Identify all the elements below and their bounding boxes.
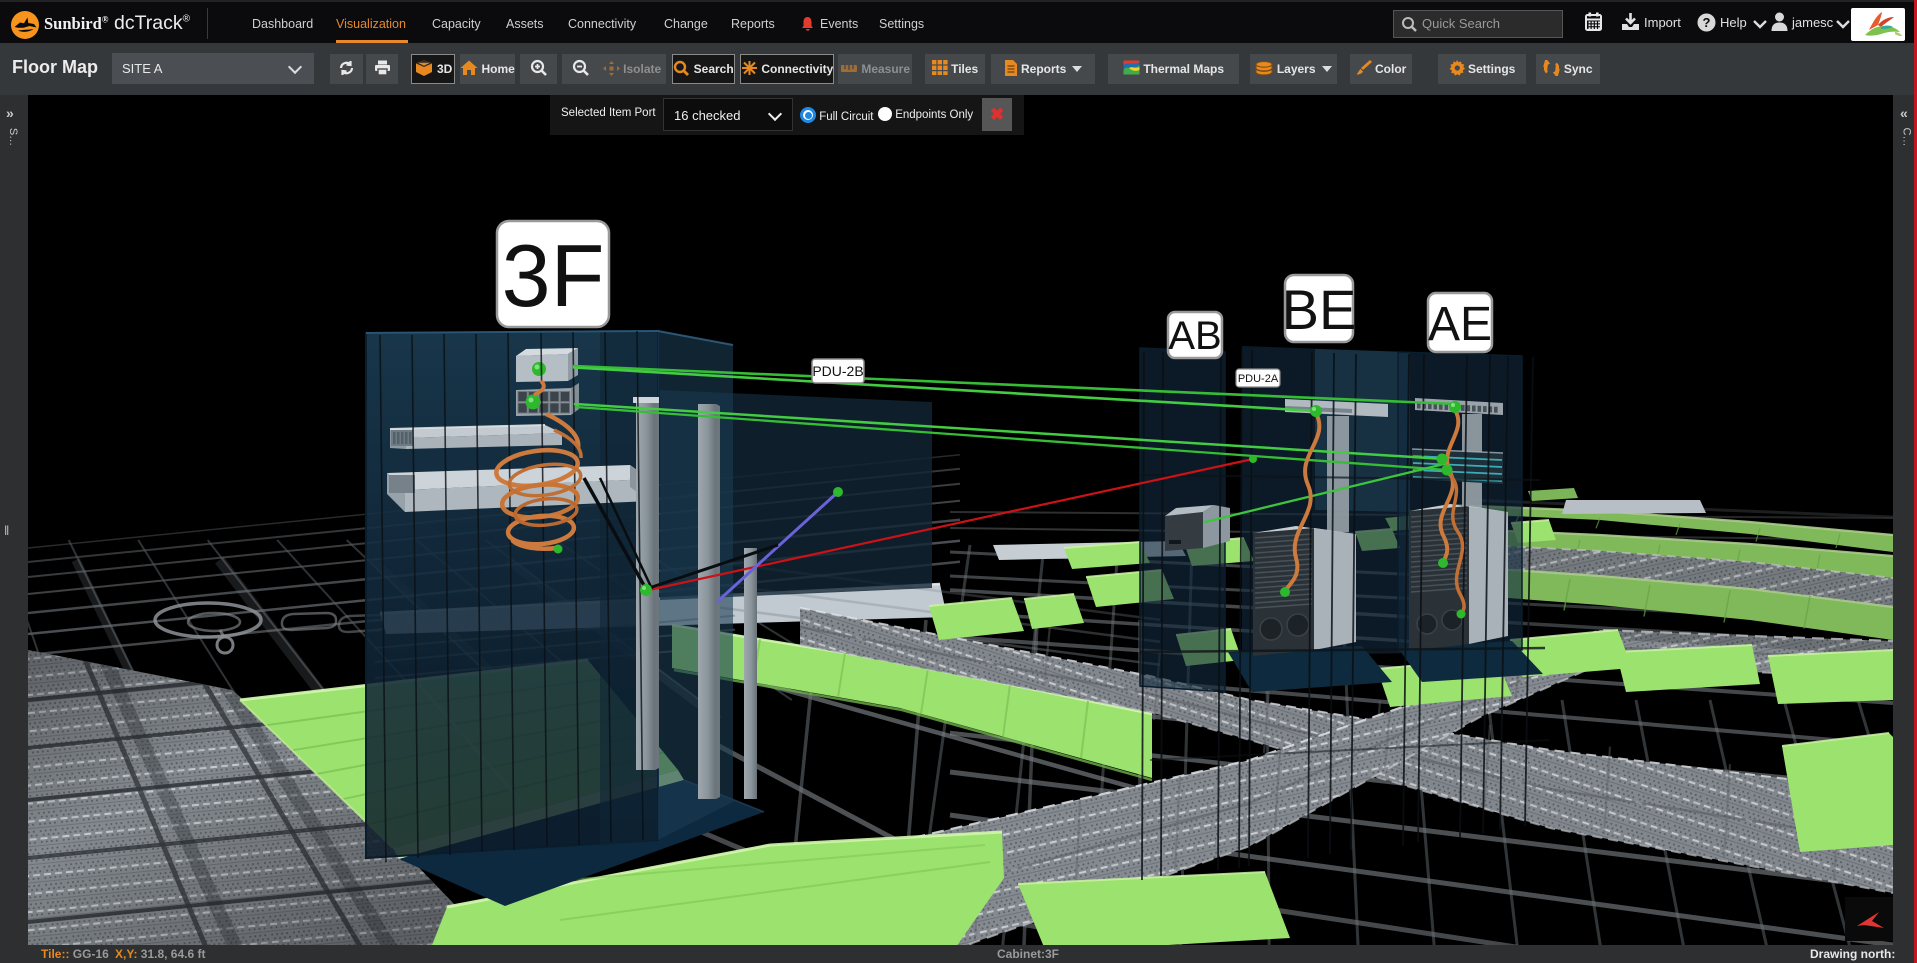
svg-text:AB: AB	[1168, 314, 1221, 358]
svg-text:3F: 3F	[502, 226, 605, 325]
svg-text:PDU-2A: PDU-2A	[1238, 373, 1279, 385]
svg-text:?: ?	[1703, 15, 1711, 30]
svg-text:PDU-2B: PDU-2B	[812, 363, 863, 379]
svg-text:BE: BE	[1282, 278, 1357, 341]
svg-text:AE: AE	[1428, 298, 1492, 351]
